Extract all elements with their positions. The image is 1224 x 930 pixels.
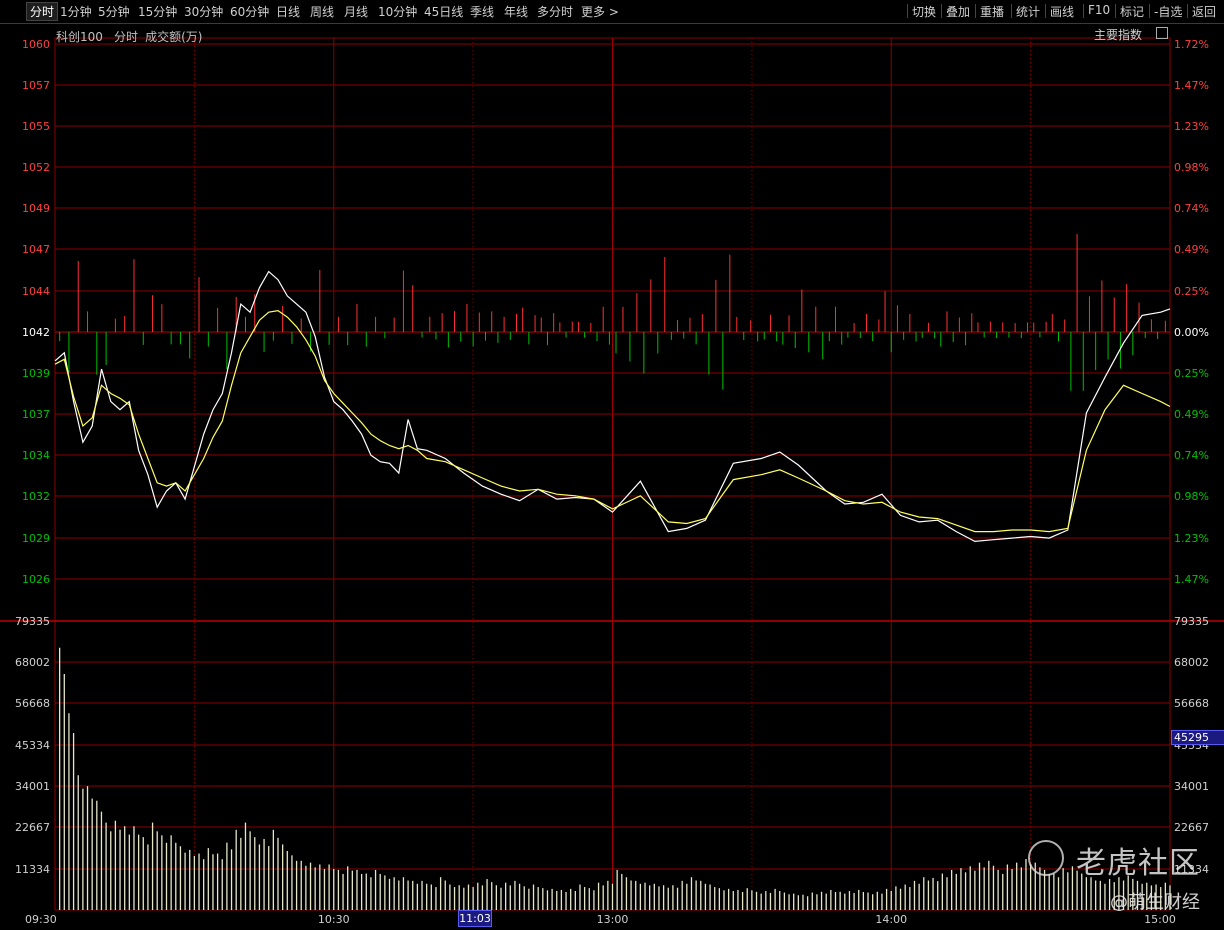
watermark-brand: 老虎社区: [1076, 846, 1200, 881]
price-tick-label: 1049: [22, 202, 50, 215]
crosshair-volume-badge: 45295: [1171, 730, 1224, 745]
mode-label: 分时: [114, 30, 139, 44]
percent-tick-label: 1.23%: [1174, 532, 1209, 545]
time-tick-label: 13:00: [597, 913, 629, 926]
volume-tick-label: 68002: [15, 656, 50, 669]
volume-tick-label: 11334: [15, 863, 50, 876]
price-tick-label: 1055: [22, 120, 50, 133]
percent-tick-label: 0.98%: [1174, 161, 1209, 174]
time-tick-label: 14:00: [875, 913, 907, 926]
price-tick-label: 1039: [22, 367, 50, 380]
price-tick-label: 1044: [22, 285, 50, 298]
time-tick-label: 10:30: [318, 913, 350, 926]
percent-tick-label: 0.25%: [1174, 367, 1209, 380]
percent-tick-label: 0.74%: [1174, 202, 1209, 215]
tiger-logo-icon: [1028, 840, 1064, 876]
volume-tick-label: 79335: [15, 615, 50, 628]
percent-tick-label: 0.49%: [1174, 408, 1209, 421]
percent-tick-label: 1.47%: [1174, 573, 1209, 586]
percent-tick-label: 0.25%: [1174, 285, 1209, 298]
price-tick-label: 1047: [22, 243, 50, 256]
percent-tick-label: 0.00%: [1174, 326, 1209, 339]
volume-tick-label: 56668: [15, 697, 50, 710]
price-tick-label: 1037: [22, 408, 50, 421]
price-tick-label: 1029: [22, 532, 50, 545]
percent-tick-label: 1.23%: [1174, 120, 1209, 133]
metric-label: 成交额(万): [145, 30, 203, 44]
percent-tick-label: 0.98%: [1174, 490, 1209, 503]
price-tick-label: 1052: [22, 161, 50, 174]
percent-tick-label: 0.74%: [1174, 449, 1209, 462]
main-index-toggle-icon[interactable]: [1156, 27, 1168, 39]
percent-tick-label: 1.47%: [1174, 79, 1209, 92]
volume-tick-label-right: 34001: [1174, 780, 1209, 793]
volume-tick-label: 22667: [15, 821, 50, 834]
volume-tick-label: 34001: [15, 780, 50, 793]
chart-title: 科创100 分时 成交额(万): [56, 26, 202, 45]
time-tick-label: 09:30: [25, 913, 57, 926]
volume-tick-label-right: 22667: [1174, 821, 1209, 834]
volume-tick-label-right: 79335: [1174, 615, 1209, 628]
index-name: 科创100: [56, 30, 103, 44]
volume-tick-label-right: 68002: [1174, 656, 1209, 669]
price-tick-label: 1042: [22, 326, 50, 339]
watermark-author: @萌生财经: [1110, 892, 1200, 913]
price-tick-label: 1026: [22, 573, 50, 586]
volume-tick-label-right: 56668: [1174, 697, 1209, 710]
price-tick-label: 1060: [22, 38, 50, 51]
price-tick-label: 1057: [22, 79, 50, 92]
crosshair-time-badge: 11:03: [458, 910, 492, 927]
price-tick-label: 1032: [22, 490, 50, 503]
main-index-label[interactable]: 主要指数: [1094, 26, 1142, 43]
chart-canvas: 1060 1.72% 1057 1.47% 1055 1.23% 1052 0.98% 1049…: [0, 37, 1224, 926]
price-tick-label: 1034: [22, 449, 50, 462]
percent-tick-label: 0.49%: [1174, 243, 1209, 256]
percent-tick-label: 1.72%: [1174, 38, 1209, 51]
volume-tick-label: 45334: [15, 739, 50, 752]
time-tick-label: 15:00: [1144, 913, 1176, 926]
